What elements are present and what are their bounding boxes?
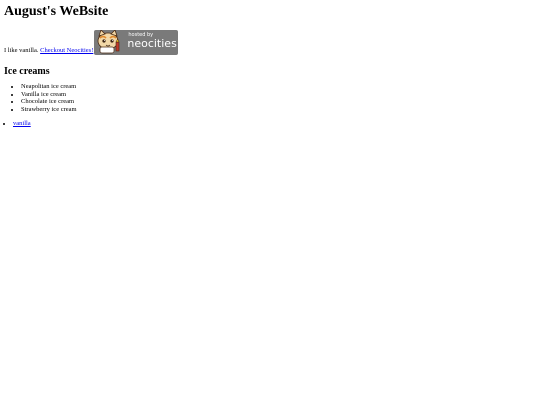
ice-creams-heading: Ice creams [4,66,50,77]
list-item: Neapolitan ice cream [21,83,536,91]
intro-text: I like vanilla. [4,47,39,54]
list-item: Vanilla ice cream [21,91,536,99]
neocities-link[interactable]: Checkout Neocities! [40,47,93,55]
list-item: Strawberry ice cream [21,106,536,114]
page-title: August's WeBsite [4,4,109,19]
neocities-brand-text: neocities [127,37,177,50]
link-list-item: vanilla [13,120,536,128]
vanilla-link[interactable]: vanilla [13,120,31,127]
link-list: vanilla [4,120,536,128]
neocities-cat-icon [97,30,120,54]
page-content: August's WeBsite I like vanilla. Checkou… [0,0,540,128]
intro-paragraph: I like vanilla. Checkout Neocities! host… [4,30,536,55]
ice-cream-list: Neapolitan ice cream Vanilla ice cream C… [4,83,536,113]
list-item: Chocolate ice cream [21,98,536,106]
hosted-by-neocities-badge[interactable]: hosted by neocities [94,30,179,55]
